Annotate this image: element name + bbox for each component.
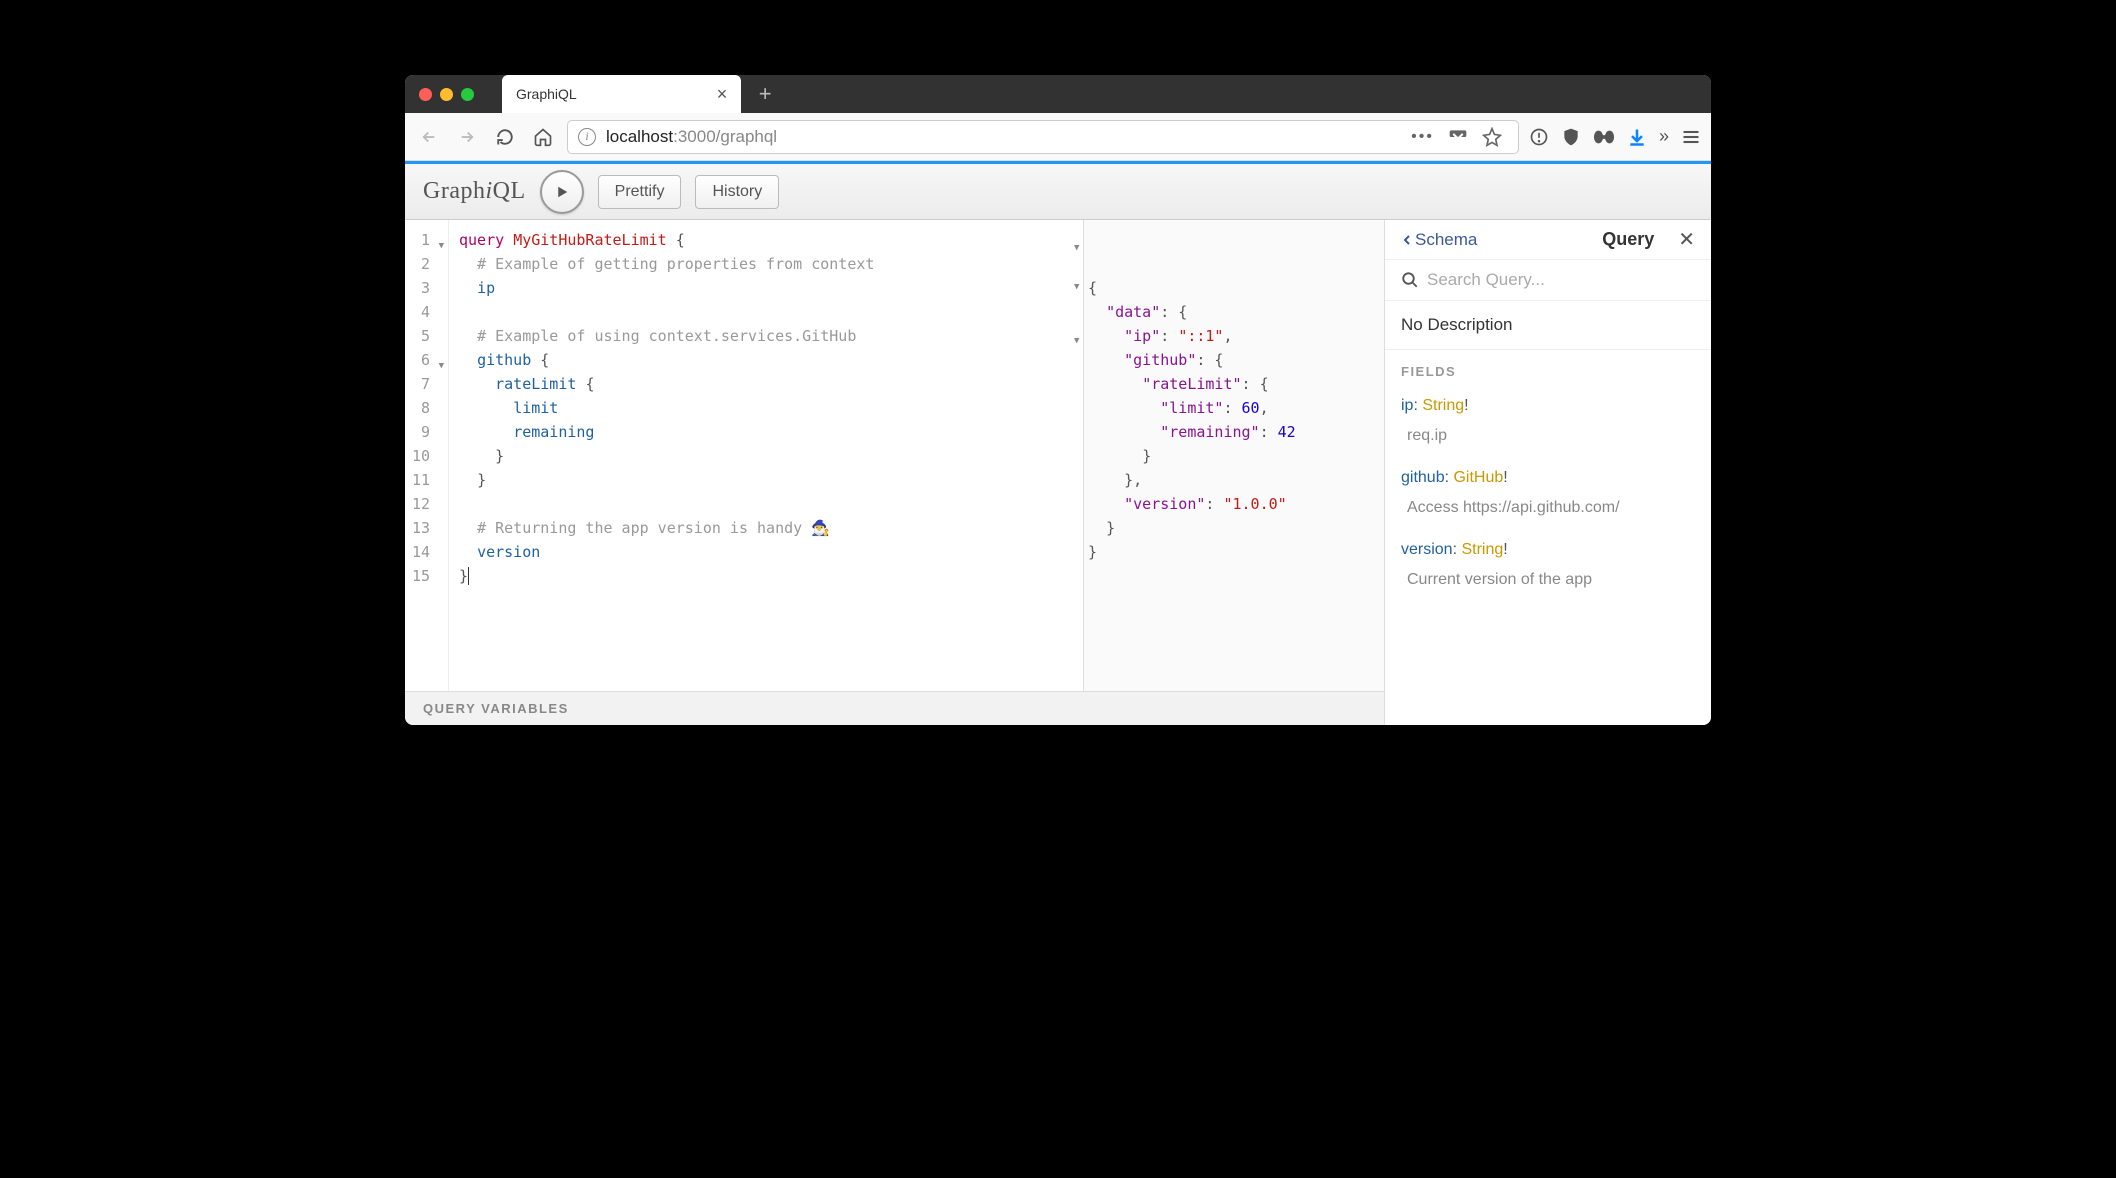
field-description: Current version of the app (1385, 565, 1711, 603)
graphiql-toolbar: GraphiQL Prettify History (405, 164, 1711, 220)
url-text: localhost:3000/graphql (606, 127, 777, 147)
extension-icon-2[interactable] (1561, 127, 1581, 147)
page-actions-icon[interactable]: ••• (1411, 128, 1434, 146)
search-icon (1401, 271, 1419, 289)
titlebar: GraphiQL × + (405, 75, 1711, 113)
site-info-icon[interactable]: i (578, 128, 596, 146)
menu-icon[interactable] (1681, 127, 1701, 147)
browser-window: GraphiQL × + i localhost:3000/graphql ••… (405, 75, 1711, 725)
extension-icon-3[interactable] (1593, 129, 1615, 145)
home-icon[interactable] (529, 123, 557, 151)
docs-close-icon[interactable]: ✕ (1678, 227, 1695, 252)
field-description: Access https://api.github.com/ (1385, 493, 1711, 531)
forward-icon (453, 123, 481, 151)
field-type-link[interactable]: String (1461, 541, 1503, 558)
back-icon (415, 123, 443, 151)
field-name-link[interactable]: github (1401, 469, 1445, 486)
field-name-link[interactable]: version (1401, 541, 1453, 558)
window-close-icon[interactable] (419, 88, 432, 101)
browser-tab[interactable]: GraphiQL × (502, 75, 741, 113)
window-maximize-icon[interactable] (461, 88, 474, 101)
query-code[interactable]: query MyGitHubRateLimit { # Example of g… (449, 220, 1083, 691)
extension-icon-1[interactable] (1529, 127, 1549, 147)
result-pane[interactable]: ▼ ▼ ▼ { "data": { "ip": "::1", "github":… (1084, 220, 1384, 691)
urlbar: i localhost:3000/graphql ••• (405, 113, 1711, 161)
field-description: req.ip (1385, 421, 1711, 459)
docs-search-input[interactable] (1427, 270, 1695, 290)
editor-area: 1▼ 2 3 4 5 6▼ 7 8 9 10 11 12 13 14 (405, 220, 1385, 725)
toolbar-right-icons: » (1529, 126, 1701, 147)
overflow-icon[interactable]: » (1659, 126, 1669, 147)
docs-description: No Description (1385, 301, 1711, 350)
bookmark-star-icon[interactable] (1482, 127, 1502, 147)
history-button[interactable]: History (695, 175, 779, 209)
fold-icon[interactable]: ▼ (1074, 329, 1079, 353)
field-name-link[interactable]: ip (1401, 397, 1413, 414)
url-actions: ••• (1411, 127, 1508, 147)
query-variables-bar[interactable]: QUERY VARIABLES (405, 691, 1384, 725)
window-minimize-icon[interactable] (440, 88, 453, 101)
docs-title: Query (1483, 229, 1672, 250)
docs-header: Schema Query ✕ (1385, 220, 1711, 260)
docs-field-entry: github: GitHub! (1385, 459, 1711, 493)
prettify-button[interactable]: Prettify (598, 175, 682, 209)
docs-fields-label: FIELDS (1385, 350, 1711, 387)
download-icon[interactable] (1627, 127, 1647, 147)
docs-panel: Schema Query ✕ No Description FIELDS ip:… (1385, 220, 1711, 725)
content: 1▼ 2 3 4 5 6▼ 7 8 9 10 11 12 13 14 (405, 220, 1711, 725)
result-fold-markers: ▼ ▼ ▼ (1074, 236, 1079, 353)
result-code: { "data": { "ip": "::1", "github": { "ra… (1088, 276, 1374, 564)
url-input[interactable]: i localhost:3000/graphql ••• (567, 120, 1519, 154)
execute-button[interactable] (540, 170, 584, 214)
docs-field-entry: version: String! (1385, 531, 1711, 565)
new-tab-button[interactable]: + (749, 78, 781, 110)
field-type-link[interactable]: GitHub (1453, 469, 1503, 486)
pocket-icon[interactable] (1448, 127, 1468, 147)
docs-back-button[interactable]: Schema (1401, 230, 1477, 250)
fold-icon[interactable]: ▼ (1074, 236, 1079, 260)
line-gutter: 1▼ 2 3 4 5 6▼ 7 8 9 10 11 12 13 14 (405, 220, 449, 691)
docs-field-entry: ip: String! (1385, 387, 1711, 421)
tab-title: GraphiQL (516, 86, 577, 102)
editor-main: 1▼ 2 3 4 5 6▼ 7 8 9 10 11 12 13 14 (405, 220, 1384, 691)
field-type-link[interactable]: String (1422, 397, 1464, 414)
query-editor[interactable]: 1▼ 2 3 4 5 6▼ 7 8 9 10 11 12 13 14 (405, 220, 1084, 691)
tab-close-icon[interactable]: × (717, 84, 728, 105)
reload-icon[interactable] (491, 123, 519, 151)
traffic-lights (419, 88, 474, 101)
fold-icon[interactable]: ▼ (1074, 275, 1079, 299)
docs-search (1385, 260, 1711, 301)
graphiql-logo: GraphiQL (423, 178, 526, 205)
